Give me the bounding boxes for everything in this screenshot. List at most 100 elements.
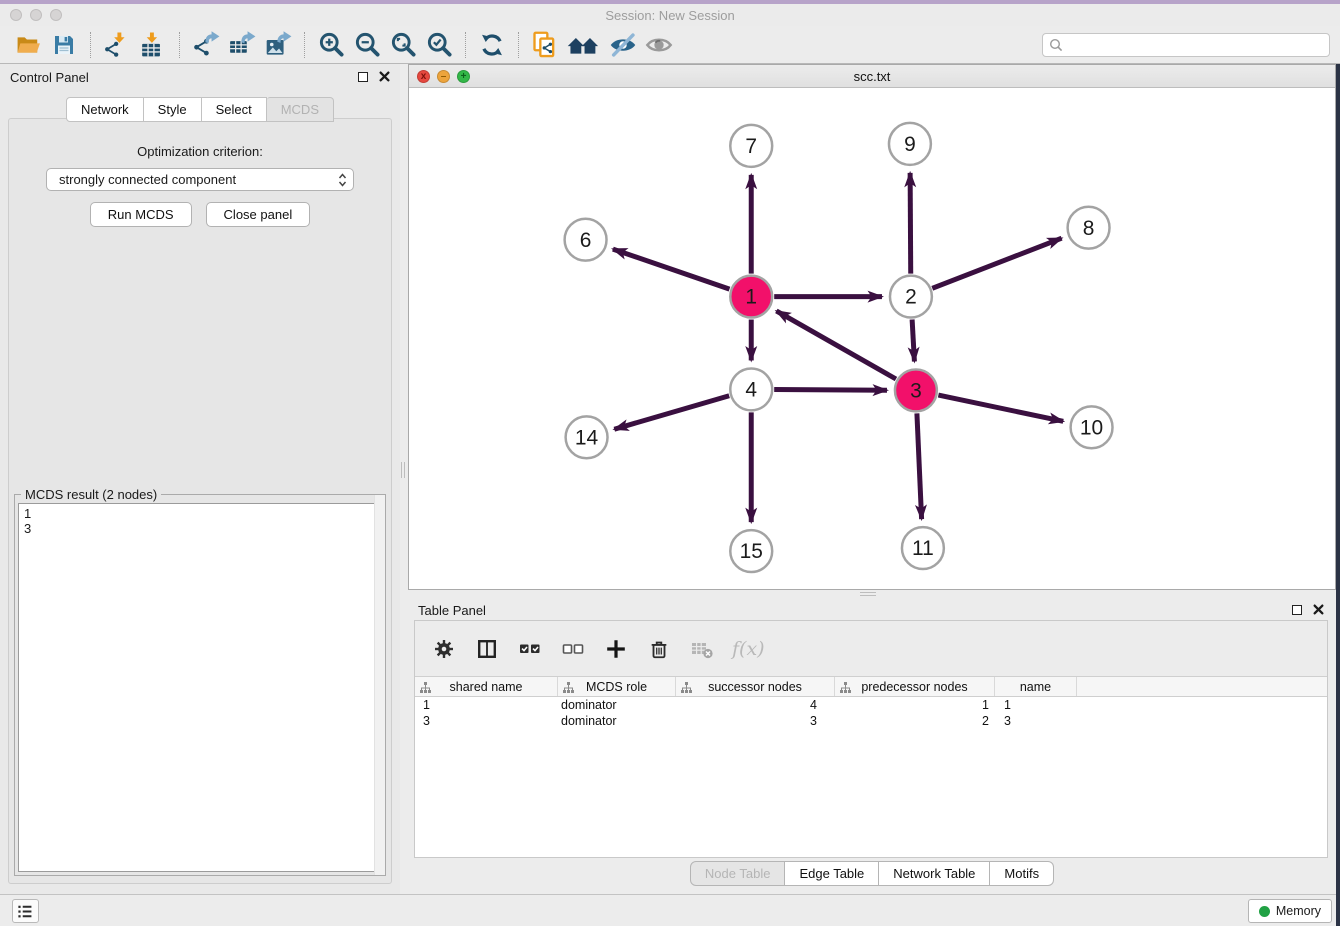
graph-edge-2-3[interactable] (912, 320, 914, 362)
export-table-icon[interactable] (224, 30, 260, 60)
graph-edge-3-10[interactable] (938, 395, 1063, 421)
select-all-icon[interactable] (517, 636, 543, 662)
tab-edge-table[interactable]: Edge Table (785, 861, 879, 886)
cell-mcds-role[interactable]: dominator (558, 714, 676, 728)
horizontal-splitter[interactable] (408, 590, 1336, 597)
column-header-name[interactable]: name (995, 677, 1077, 696)
function-builder-icon: f(x) (732, 638, 765, 660)
show-all-icon[interactable] (641, 30, 677, 60)
svg-text:7: 7 (745, 135, 757, 158)
graph-edge-4-14[interactable] (614, 396, 729, 429)
cell-successor-nodes[interactable]: 4 (676, 698, 835, 712)
table-settings-gear-icon[interactable] (431, 636, 457, 662)
cell-shared-name[interactable]: 3 (415, 714, 558, 728)
graph-edge-4-3[interactable] (774, 389, 887, 390)
zoom-in-icon[interactable] (313, 30, 349, 60)
zoom-fit-icon[interactable] (385, 30, 421, 60)
column-header-predecessor-nodes[interactable]: predecessor nodes (835, 677, 995, 696)
column-header-shared-name[interactable]: shared name (415, 677, 558, 696)
tab-mcds[interactable]: MCDS (267, 97, 334, 122)
close-panel-icon[interactable] (1313, 604, 1324, 615)
splitter-grip[interactable] (401, 462, 406, 478)
splitter-grip[interactable] (860, 591, 876, 596)
zoom-out-icon[interactable] (349, 30, 385, 60)
table-row[interactable]: 3 dominator 3 2 3 (415, 713, 1327, 729)
graph-node-11[interactable]: 11 (902, 527, 944, 569)
toolbar-separator (90, 32, 91, 58)
export-network-icon[interactable] (188, 30, 224, 60)
column-header-mcds-role[interactable]: MCDS role (558, 677, 676, 696)
cell-name[interactable]: 3 (995, 714, 1077, 728)
mcds-result-text[interactable]: 1 3 (18, 503, 382, 872)
graph-edge-3-1[interactable] (776, 311, 896, 379)
vertical-splitter[interactable] (400, 64, 408, 894)
status-bar: Memory (0, 894, 1340, 926)
close-panel-icon[interactable] (379, 71, 390, 82)
graph-node-7[interactable]: 7 (730, 125, 772, 167)
home-icon[interactable] (563, 30, 605, 60)
graph-node-1[interactable]: 1 (730, 276, 772, 318)
hide-selected-icon[interactable] (605, 30, 641, 60)
search-input[interactable] (1063, 35, 1329, 55)
deselect-all-icon[interactable] (560, 636, 586, 662)
column-type-icon (681, 682, 692, 693)
cell-shared-name[interactable]: 1 (415, 698, 558, 712)
memory-button[interactable]: Memory (1248, 899, 1332, 923)
tab-network[interactable]: Network (66, 97, 144, 122)
float-panel-icon[interactable] (358, 72, 368, 82)
result-scrollbar[interactable] (374, 495, 385, 875)
graph-node-6[interactable]: 6 (565, 219, 607, 261)
svg-text:2: 2 (905, 286, 917, 309)
tab-node-table[interactable]: Node Table (690, 861, 786, 886)
tab-network-table[interactable]: Network Table (879, 861, 990, 886)
graph-edge-3-11[interactable] (917, 413, 922, 519)
zoom-selected-icon[interactable] (421, 30, 457, 60)
graph-node-15[interactable]: 15 (730, 530, 772, 572)
column-header-successor-nodes[interactable]: successor nodes (676, 677, 835, 696)
save-session-icon[interactable] (46, 30, 82, 60)
tab-motifs[interactable]: Motifs (990, 861, 1054, 886)
control-panel-tabs: Network Style Select MCDS (0, 97, 400, 122)
tab-style[interactable]: Style (144, 97, 202, 122)
graph-node-3[interactable]: 3 (895, 369, 937, 411)
graph-node-4[interactable]: 4 (730, 368, 772, 410)
cell-predecessor-nodes[interactable]: 1 (835, 698, 995, 712)
export-image-icon[interactable] (260, 30, 296, 60)
graph-edge-2-8[interactable] (932, 238, 1061, 288)
criterion-dropdown[interactable]: strongly connected component (46, 168, 354, 191)
graph-node-10[interactable]: 10 (1071, 406, 1113, 448)
import-network-icon[interactable] (99, 30, 135, 60)
search-box[interactable] (1042, 33, 1330, 57)
float-panel-icon[interactable] (1292, 605, 1302, 615)
cell-name[interactable]: 1 (995, 698, 1077, 712)
column-header-filler (1077, 677, 1327, 696)
close-panel-button[interactable]: Close panel (206, 202, 311, 227)
cell-mcds-role[interactable]: dominator (558, 698, 676, 712)
tab-select[interactable]: Select (202, 97, 267, 122)
refresh-icon[interactable] (474, 30, 510, 60)
show-columns-icon[interactable] (474, 636, 500, 662)
graph-edge-1-6[interactable] (613, 249, 730, 289)
graph-edge-2-9[interactable] (910, 173, 911, 274)
table-row[interactable]: 1 dominator 4 1 1 (415, 697, 1327, 713)
add-column-icon[interactable] (603, 636, 629, 662)
graph-node-9[interactable]: 9 (889, 123, 931, 165)
cell-predecessor-nodes[interactable]: 2 (835, 714, 995, 728)
window-title: Session: New Session (0, 8, 1340, 23)
cell-successor-nodes[interactable]: 3 (676, 714, 835, 728)
table-panel-tabs: Node Table Edge Table Network Table Moti… (408, 861, 1336, 886)
duplicate-network-icon[interactable] (527, 30, 563, 60)
delete-icon[interactable] (646, 636, 672, 662)
open-session-icon[interactable] (10, 30, 46, 60)
desktop-edge (1336, 64, 1340, 926)
graph-node-14[interactable]: 14 (566, 416, 608, 458)
graph-node-2[interactable]: 2 (890, 276, 932, 318)
network-canvas[interactable]: 7 9 6 8 1 2 4 3 14 10 15 11 (409, 88, 1335, 589)
table-header-row: shared name MCDS role successor nodes pr… (415, 676, 1327, 697)
graph-node-8[interactable]: 8 (1068, 207, 1110, 249)
import-table-icon[interactable] (135, 30, 171, 60)
search-icon (1049, 38, 1063, 52)
task-history-button[interactable] (12, 899, 39, 923)
run-mcds-button[interactable]: Run MCDS (90, 202, 192, 227)
network-graph[interactable]: 7 9 6 8 1 2 4 3 14 10 15 11 (409, 88, 1335, 589)
